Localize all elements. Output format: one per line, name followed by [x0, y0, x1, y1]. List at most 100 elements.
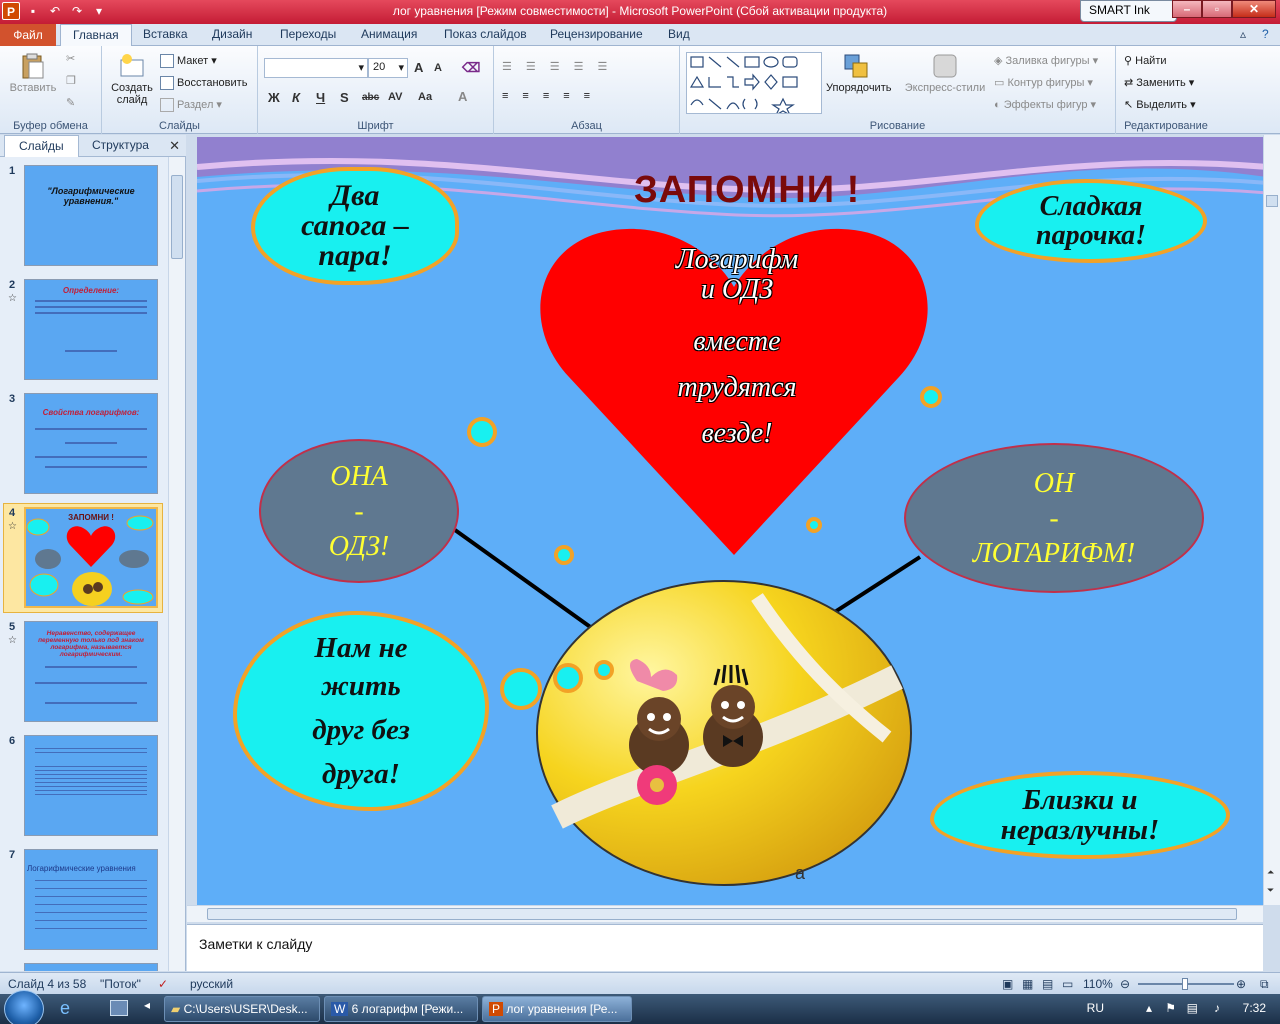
thought-bubble[interactable]: [806, 517, 822, 533]
cloud-top-left[interactable]: Два сапога – пара!: [251, 167, 459, 285]
scroll-thumb[interactable]: [171, 175, 183, 259]
shape-effects-button[interactable]: ◐ Эффекты фигур ▾: [994, 98, 1096, 111]
slideshow-icon[interactable]: ▭: [1062, 977, 1073, 991]
oval-logarithm[interactable]: ОН - ЛОГАРИФМ!: [904, 443, 1204, 593]
normal-view-icon[interactable]: ▣: [1002, 977, 1013, 991]
spacing-button[interactable]: AV: [388, 91, 402, 103]
slide-thumbnail[interactable]: ЗАПОМНИ !: [24, 507, 158, 608]
slide-heading[interactable]: ЗАПОМНИ !: [634, 169, 860, 212]
smart-ink-button[interactable]: SMART Ink: [1080, 0, 1177, 22]
tab-review[interactable]: Рецензирование: [550, 27, 643, 41]
paste-button[interactable]: Вставить: [8, 52, 58, 94]
list-buttons[interactable]: ☰☰☰☰☰: [502, 60, 621, 73]
bold-button[interactable]: Ж: [268, 90, 280, 105]
notes-pane[interactable]: Заметки к слайду: [187, 924, 1263, 971]
tab-animation[interactable]: Анимация: [361, 27, 417, 41]
theme-name[interactable]: "Поток": [100, 977, 141, 991]
font-family-select[interactable]: ▾: [264, 58, 368, 78]
tab-file[interactable]: Файл: [0, 24, 56, 46]
thought-bubble[interactable]: [594, 660, 614, 680]
slide[interactable]: ЗАПОМНИ ! Логарифм и ОДЗ вместе трудятся…: [197, 137, 1263, 905]
quick-styles-button[interactable]: Экспресс-стили: [902, 52, 988, 94]
notes-placeholder[interactable]: Заметки к слайду: [199, 936, 312, 952]
tab-design[interactable]: Дизайн: [212, 27, 252, 41]
reset-button[interactable]: Восстановить: [160, 76, 247, 90]
oval-odz[interactable]: ОНА - ОДЗ!: [259, 439, 459, 583]
thought-bubble[interactable]: [553, 663, 583, 693]
select-button[interactable]: ↖ Выделить ▾: [1124, 98, 1196, 111]
close-pane-icon[interactable]: ✕: [169, 138, 180, 154]
section-button[interactable]: Раздел ▾: [160, 98, 222, 113]
tab-transitions[interactable]: Переходы: [280, 27, 336, 41]
ie-icon[interactable]: e: [60, 998, 84, 1020]
slide-horizontal-scrollbar[interactable]: [187, 905, 1263, 922]
find-button[interactable]: ⚲ Найти: [1124, 54, 1167, 67]
align-buttons[interactable]: ≡≡≡≡≡: [502, 90, 604, 102]
cloud-top-right[interactable]: Сладкая парочка!: [975, 179, 1207, 263]
flag-icon[interactable]: ⚑: [1165, 1001, 1176, 1015]
start-button[interactable]: [4, 990, 44, 1024]
pane-scrollbar[interactable]: [168, 157, 185, 971]
underline-button[interactable]: Ч: [316, 90, 325, 105]
taskbar-item-explorer[interactable]: ▰ C:\Users\USER\Desk...: [164, 996, 320, 1022]
slide-thumbnail[interactable]: Неравенство, содержащее переменную тольк…: [24, 621, 158, 722]
zoom-level[interactable]: 110%: [1083, 977, 1113, 991]
thought-bubble[interactable]: [500, 668, 542, 710]
help-icon[interactable]: ?: [1262, 27, 1269, 41]
font-color-button[interactable]: A: [458, 89, 467, 104]
tab-slideshow[interactable]: Показ слайдов: [444, 27, 527, 41]
scroll-thumb[interactable]: [1266, 195, 1278, 207]
tab-view[interactable]: Вид: [668, 27, 690, 41]
case-button[interactable]: Aa: [418, 91, 432, 103]
shape-outline-button[interactable]: ▭ Контур фигуры ▾: [994, 76, 1093, 89]
tab-slides[interactable]: Слайды: [4, 135, 79, 157]
language-indicator[interactable]: русский: [190, 977, 233, 991]
copy-icon[interactable]: ❐: [66, 74, 76, 87]
spelling-icon[interactable]: ✓: [158, 977, 168, 991]
cloud-bottom-left[interactable]: Нам не жить друг без друга!: [233, 611, 489, 811]
network-icon[interactable]: ▤: [1187, 1001, 1198, 1015]
slide-thumbnail[interactable]: Определение:: [24, 279, 158, 380]
format-painter-icon[interactable]: ✎: [66, 96, 75, 109]
new-slide-button[interactable]: Создать слайд: [108, 52, 156, 106]
slide-thumbnail[interactable]: "Логарифмические уравнения.": [24, 165, 158, 266]
shadow-button[interactable]: S: [340, 90, 349, 105]
shape-fill-button[interactable]: ◈ Заливка фигуры ▾: [994, 54, 1098, 67]
input-language[interactable]: RU: [1087, 1001, 1104, 1015]
prev-slide-icon[interactable]: ⏶: [1267, 867, 1274, 878]
clear-format-icon[interactable]: ⌫: [462, 60, 480, 76]
zoom-out-icon[interactable]: ⊖: [1120, 977, 1130, 991]
font-size-select[interactable]: 20 ▾: [368, 58, 408, 78]
slide-thumbnail[interactable]: Свойства логарифмов:: [24, 393, 158, 494]
slide-thumbnail[interactable]: Логарифмические уравнения: [24, 849, 158, 950]
thought-bubble[interactable]: [920, 386, 942, 408]
shapes-gallery[interactable]: [686, 52, 822, 117]
volume-icon[interactable]: ♪: [1214, 1001, 1220, 1015]
taskbar-overflow-icon[interactable]: ◂: [144, 998, 150, 1012]
slide-sorter-icon[interactable]: ▦: [1022, 977, 1033, 991]
thought-bubble[interactable]: [467, 417, 497, 447]
tab-home[interactable]: Главная: [60, 24, 132, 47]
cut-icon[interactable]: ✂: [66, 52, 75, 65]
zoom-slider-thumb[interactable]: [1182, 978, 1188, 990]
scroll-thumb[interactable]: [207, 908, 1237, 920]
heart-text[interactable]: Логарифм и ОДЗ вместе трудятся везде!: [627, 245, 847, 457]
replace-button[interactable]: ⇄ Заменить ▾: [1124, 76, 1194, 89]
maximize-button[interactable]: ▫: [1202, 0, 1232, 18]
shrink-font-icon[interactable]: A: [434, 62, 442, 74]
show-desktop-icon[interactable]: [110, 1000, 128, 1016]
tray-arrow-icon[interactable]: ▴: [1146, 1001, 1152, 1015]
slide-thumbnail[interactable]: [24, 963, 158, 971]
clock[interactable]: 7:32: [1243, 1001, 1266, 1015]
strike-button[interactable]: abc: [362, 92, 379, 103]
layout-button[interactable]: Макет ▾: [160, 54, 217, 69]
close-button[interactable]: ✕: [1232, 0, 1276, 18]
zoom-in-icon[interactable]: ⊕: [1236, 977, 1246, 991]
taskbar-item-powerpoint[interactable]: P лог уравнения [Ре...: [482, 996, 632, 1022]
reading-view-icon[interactable]: ▤: [1042, 977, 1053, 991]
slide-thumbnail[interactable]: [24, 735, 158, 836]
arrange-button[interactable]: Упорядочить: [826, 52, 891, 94]
cloud-bottom-right[interactable]: Близки и неразлучны!: [930, 771, 1230, 859]
fit-to-window-icon[interactable]: ⧉: [1260, 977, 1269, 992]
minimize-button[interactable]: –: [1172, 0, 1202, 18]
